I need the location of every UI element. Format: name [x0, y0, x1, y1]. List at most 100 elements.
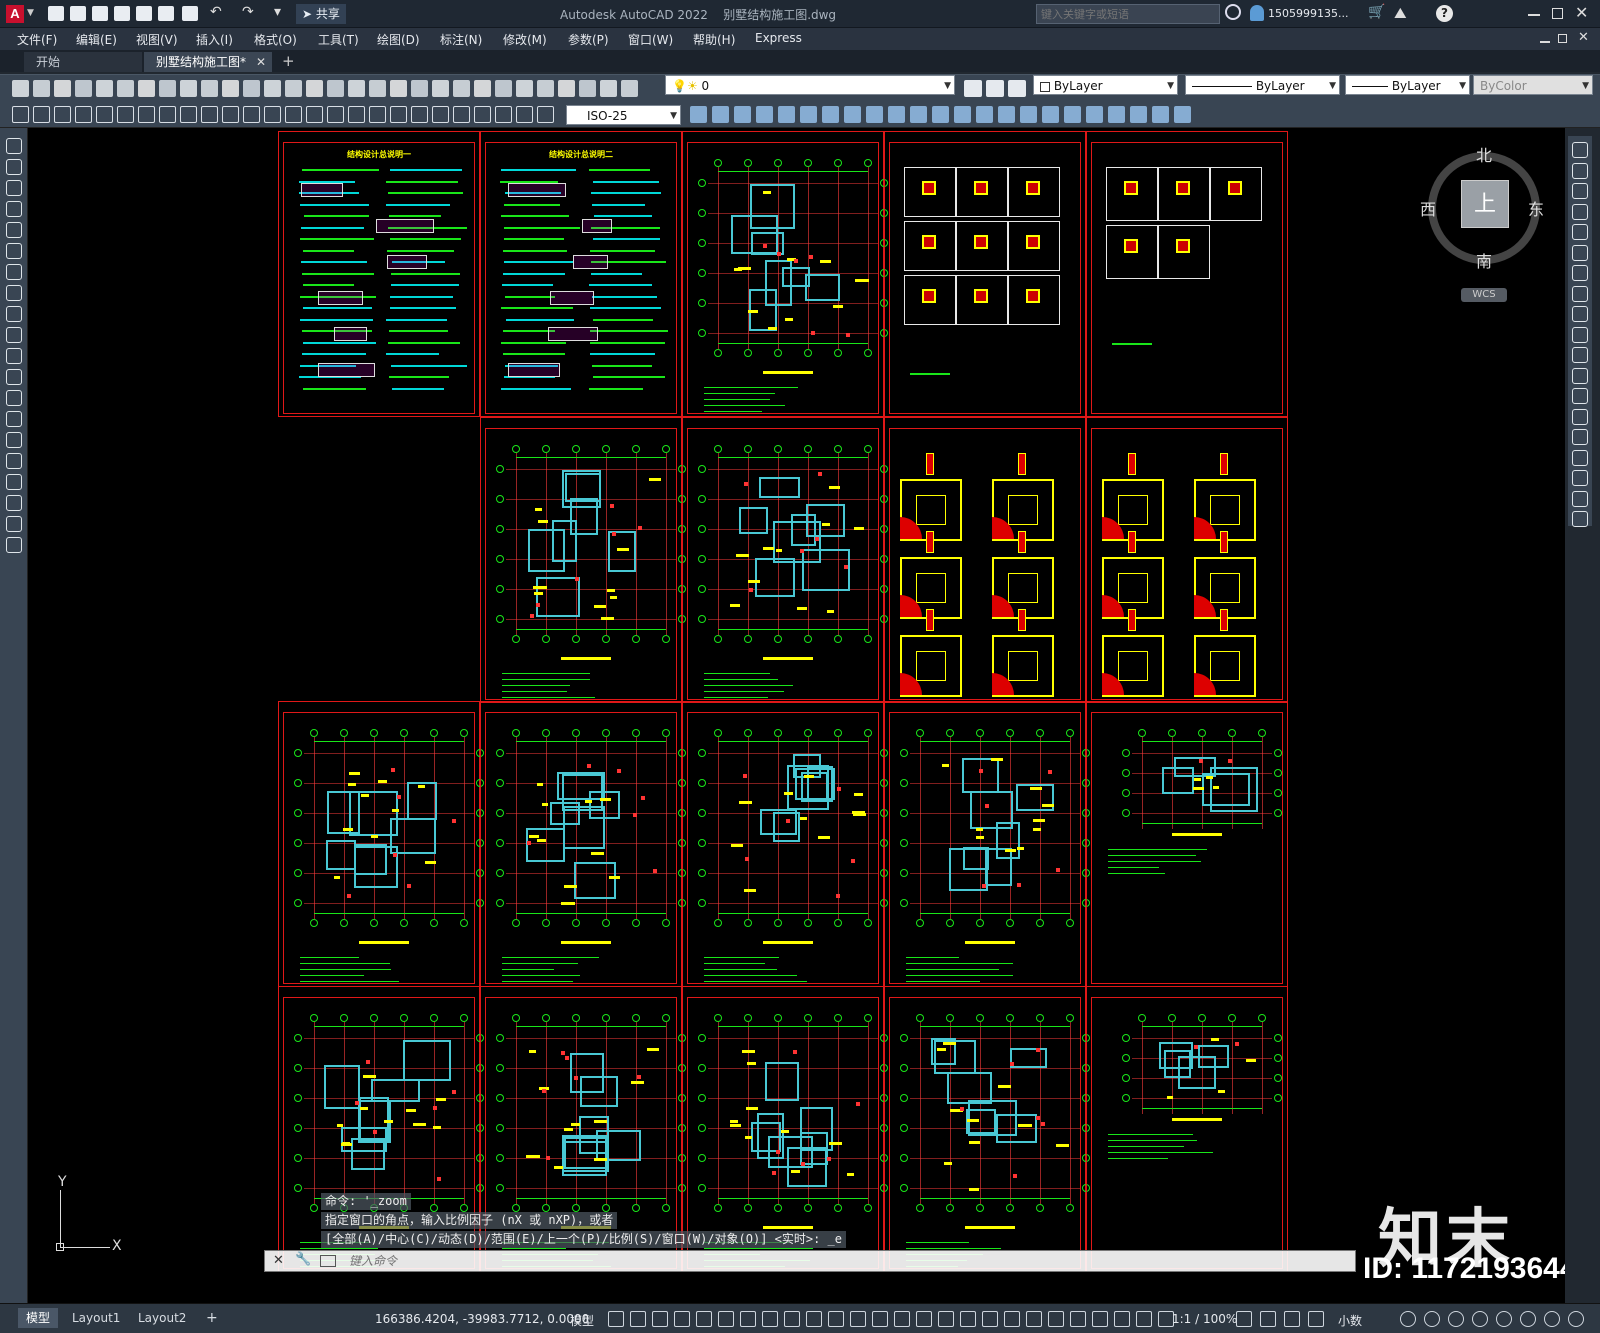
tab-layout1[interactable]: Layout1	[64, 1308, 128, 1328]
status-toggle-icon[interactable]	[1004, 1311, 1020, 1327]
drawing-sheet[interactable]	[682, 986, 888, 1272]
dimstyle-combo[interactable]: ISO-25 ▼	[566, 105, 681, 125]
status-toggle-icon[interactable]	[1048, 1311, 1064, 1327]
dimension-tool-icon[interactable]	[138, 106, 155, 123]
modify-tool-icon[interactable]	[1572, 408, 1588, 425]
tab-start[interactable]: 开始	[24, 52, 142, 72]
dimension-tool-icon[interactable]	[96, 106, 113, 123]
quick-access-icon[interactable]	[48, 6, 64, 21]
dimension-tool-icon[interactable]	[516, 106, 533, 123]
modify-tool-icon[interactable]	[888, 106, 905, 123]
status-toggle-icon[interactable]	[1520, 1311, 1536, 1327]
status-toggle-icon[interactable]	[630, 1311, 646, 1327]
dimension-tool-icon[interactable]	[474, 106, 491, 123]
drawing-sheet[interactable]	[278, 986, 484, 1272]
menu-item[interactable]: 视图(V)	[136, 31, 178, 48]
standard-tool-icon[interactable]	[222, 80, 239, 97]
standard-tool-icon[interactable]	[369, 80, 386, 97]
modify-tool-icon[interactable]	[954, 106, 971, 123]
drawing-sheet[interactable]	[480, 701, 686, 987]
drawing-sheet[interactable]: 结构设计总说明一	[278, 131, 480, 417]
dimension-tool-icon[interactable]	[411, 106, 428, 123]
draw-tool-icon[interactable]	[6, 327, 22, 343]
drawing-sheet[interactable]: 结构设计总说明二	[480, 131, 682, 417]
tab-close-icon[interactable]: ✕	[256, 52, 266, 72]
standard-tool-icon[interactable]	[348, 80, 365, 97]
doc-close-icon[interactable]: ✕	[1578, 30, 1589, 45]
modify-tool-icon[interactable]	[844, 106, 861, 123]
modify-tool-icon[interactable]	[1572, 388, 1588, 404]
modify-tool-icon[interactable]	[1572, 142, 1588, 158]
modify-tool-icon[interactable]	[1572, 203, 1588, 220]
modify-tool-icon[interactable]	[1042, 106, 1059, 123]
command-wrench-icon[interactable]: 🔧	[295, 1252, 311, 1267]
menu-item[interactable]: 窗口(W)	[628, 31, 673, 48]
modify-tool-icon[interactable]	[1572, 265, 1588, 281]
user-icon[interactable]	[1250, 5, 1264, 21]
standard-tool-icon[interactable]	[432, 80, 449, 97]
wcs-button[interactable]: WCS	[1461, 288, 1507, 302]
new-tab-button[interactable]: +	[282, 52, 295, 70]
help-icon[interactable]: ?	[1436, 5, 1453, 22]
layer-tool-icon[interactable]	[1008, 80, 1026, 97]
menu-item[interactable]: 插入(I)	[196, 31, 233, 48]
modify-tool-icon[interactable]	[866, 106, 883, 123]
model-space-button[interactable]: 模型	[570, 1312, 594, 1329]
dimension-tool-icon[interactable]	[390, 106, 407, 123]
draw-tool-icon[interactable]	[6, 222, 22, 238]
modify-tool-icon[interactable]	[800, 106, 817, 123]
dimension-tool-icon[interactable]	[201, 106, 218, 123]
status-toggle-icon[interactable]	[1114, 1311, 1130, 1327]
modify-tool-icon[interactable]	[690, 106, 707, 123]
modify-tool-icon[interactable]	[756, 106, 773, 123]
standard-tool-icon[interactable]	[516, 80, 533, 97]
standard-tool-icon[interactable]	[327, 80, 344, 97]
standard-tool-icon[interactable]	[558, 80, 575, 97]
status-toggle-icon[interactable]	[806, 1311, 822, 1327]
status-toggle-icon[interactable]	[652, 1311, 668, 1327]
drawing-sheet[interactable]	[884, 417, 1086, 703]
standard-tool-icon[interactable]	[621, 80, 638, 97]
drawing-sheet[interactable]	[682, 131, 888, 417]
units-display[interactable]: 小数	[1338, 1312, 1362, 1329]
draw-tool-icon[interactable]	[6, 180, 22, 196]
dimension-tool-icon[interactable]	[264, 106, 281, 123]
annotation-scale[interactable]: 1:1 / 100%	[1172, 1312, 1237, 1326]
modify-tool-icon[interactable]	[1572, 183, 1588, 199]
quick-access-icon[interactable]	[70, 6, 86, 21]
status-toggle-icon[interactable]	[1472, 1311, 1488, 1327]
layer-tool-icon[interactable]	[964, 80, 982, 97]
standard-tool-icon[interactable]	[180, 80, 197, 97]
modify-tool-icon[interactable]	[932, 106, 949, 123]
quick-access-icon[interactable]	[136, 6, 152, 21]
status-toggle-icon[interactable]	[938, 1311, 954, 1327]
standard-tool-icon[interactable]	[159, 80, 176, 97]
quick-access-icon[interactable]	[114, 6, 130, 21]
standard-tool-icon[interactable]	[579, 80, 596, 97]
status-toggle-icon[interactable]	[784, 1311, 800, 1327]
draw-tool-icon[interactable]	[6, 369, 22, 385]
dimension-tool-icon[interactable]	[12, 106, 29, 123]
drawing-sheet[interactable]	[1086, 417, 1288, 703]
status-toggle-icon[interactable]	[762, 1311, 778, 1327]
draw-tool-icon[interactable]	[6, 390, 22, 406]
drawing-sheet[interactable]	[1086, 131, 1288, 417]
status-toggle-icon[interactable]	[696, 1311, 712, 1327]
drawing-sheet[interactable]	[884, 131, 1086, 417]
standard-tool-icon[interactable]	[474, 80, 491, 97]
quick-access-icon[interactable]	[182, 6, 198, 21]
modify-tool-icon[interactable]	[712, 106, 729, 123]
draw-tool-icon[interactable]	[6, 495, 22, 511]
modify-tool-icon[interactable]	[976, 106, 993, 123]
command-input[interactable]	[349, 1253, 1249, 1269]
dimension-tool-icon[interactable]	[432, 106, 449, 123]
modify-tool-icon[interactable]	[1174, 106, 1191, 123]
search-box[interactable]	[1036, 4, 1220, 24]
app-logo-icon[interactable]: A	[6, 5, 24, 23]
modify-tool-icon[interactable]	[1572, 285, 1588, 302]
standard-tool-icon[interactable]	[201, 80, 218, 97]
modify-tool-icon[interactable]	[1572, 470, 1588, 486]
menu-item[interactable]: 帮助(H)	[693, 31, 735, 48]
standard-tool-icon[interactable]	[285, 80, 302, 97]
status-toggle-icon[interactable]	[872, 1311, 888, 1327]
